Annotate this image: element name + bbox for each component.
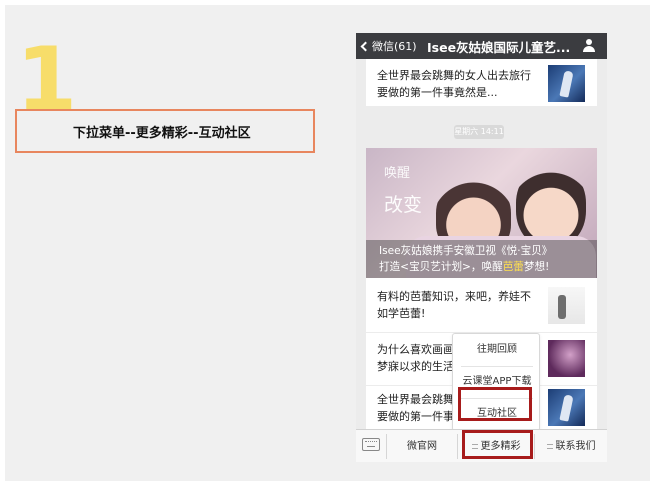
banner-caption: Isee灰姑娘携手安徽卫视《悦·宝贝》 打造<宝贝艺计划>，唤醒芭蕾梦想! [366, 240, 597, 278]
instruction-text: 下拉菜单--更多精彩--互动社区 [73, 126, 251, 141]
tab-micro-site[interactable]: 微官网 [387, 430, 457, 462]
article-title: 全世界最会跳舞的女人出去旅行要做的第一件事竟然是... [377, 69, 531, 99]
user-icon[interactable] [582, 39, 596, 53]
highlight-community [458, 387, 532, 421]
menu-item-history[interactable]: 往期回顾 [453, 334, 541, 366]
banner-logo-top: 唤醒 [384, 166, 411, 181]
chevron-left-icon [360, 41, 371, 52]
banner-caption-line1: Isee灰姑娘携手安徽卫视《悦·宝贝》 [379, 245, 553, 257]
article-thumbnail [548, 287, 585, 324]
chat-title: Isee灰姑娘国际儿童艺... [427, 40, 571, 55]
article-thumbnail [548, 389, 585, 426]
article-thumbnail [548, 65, 585, 102]
tab-contact[interactable]: 联系我们 [535, 430, 607, 462]
banner-caption-highlight: 芭蕾 [502, 261, 524, 273]
phone-screen: 微信(61) Isee灰姑娘国际儿童艺... 全世界最会跳舞的女人出去旅行要做的… [356, 33, 607, 462]
article-title: 全世界最会跳舞要做的第一件事 [377, 393, 454, 423]
back-button[interactable]: 微信(61) [360, 38, 417, 54]
keyboard-icon[interactable] [362, 438, 380, 451]
banner-caption-line2: 打造<宝贝艺计划>，唤醒芭蕾梦想! [379, 261, 550, 273]
timestamp: 星期六 14:11 [454, 125, 504, 139]
featured-article-banner[interactable]: 唤醒 改变 Isee灰姑娘携手安徽卫视《悦·宝贝》 打造<宝贝艺计划>，唤醒芭蕾… [366, 148, 597, 278]
highlight-more [462, 430, 533, 459]
banner-logo-bottom: 改变 [384, 194, 423, 216]
back-label: 微信(61) [372, 40, 417, 53]
article-item[interactable]: 有料的芭蕾知识，来吧，养娃不如学芭蕾! [366, 278, 597, 333]
article-title: 为什么喜欢画画梦寐以求的生活 [377, 343, 454, 373]
menu-icon [546, 443, 553, 449]
top-nav-bar: 微信(61) Isee灰姑娘国际儿童艺... [356, 33, 607, 59]
article-thumbnail [548, 340, 585, 377]
article-title: 有料的芭蕾知识，来吧，养娃不如学芭蕾! [377, 290, 531, 320]
article-item[interactable]: 全世界最会跳舞的女人出去旅行要做的第一件事竟然是... [366, 59, 597, 107]
